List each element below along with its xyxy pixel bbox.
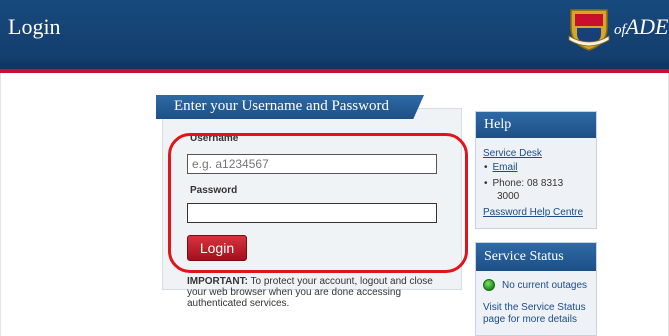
university-crest-icon — [568, 9, 610, 51]
password-help-link[interactable]: Password Help Centre — [483, 207, 583, 219]
email-item: Email — [484, 162, 518, 174]
page-title: Login — [8, 14, 61, 39]
status-ok-icon — [483, 279, 495, 291]
login-panel-heading: Enter your Username and Password — [156, 95, 424, 119]
service-status-link-line2[interactable]: page for more details — [483, 314, 577, 326]
security-notice: IMPORTANT: To protect your account, logo… — [187, 276, 433, 309]
email-link[interactable]: Email — [493, 162, 518, 173]
service-status-link-line1[interactable]: Visit the Service Status — [483, 302, 586, 314]
help-heading: Help — [476, 112, 596, 138]
phone-item-cont: 3000 — [497, 191, 520, 202]
highlight-annotation — [168, 133, 468, 273]
login-heading-text: Enter your Username and Password — [174, 98, 389, 114]
phone-item: Phone: 08 8313 — [484, 178, 564, 190]
site-header: Login ofADE — [0, 0, 669, 73]
service-status-heading: Service Status — [476, 243, 596, 271]
service-desk-link[interactable]: Service Desk — [483, 148, 542, 160]
status-text[interactable]: No current outages — [502, 280, 587, 292]
university-name: ofADE — [614, 14, 669, 39]
